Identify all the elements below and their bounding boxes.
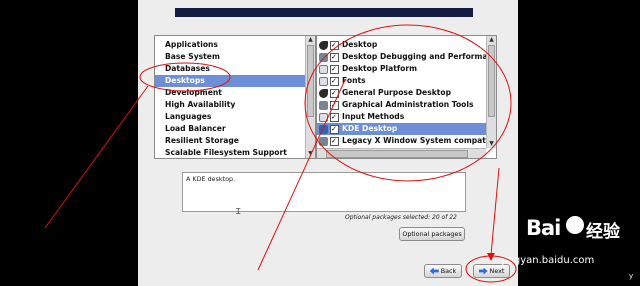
package-label: Input Methods [342,112,405,121]
package-checkbox[interactable] [330,39,339,51]
package-label: Desktop [342,40,378,49]
scroll-down-arrow-icon[interactable]: ▼ [306,150,315,158]
next-arrow-icon [478,267,488,275]
package-checkbox[interactable] [330,111,339,123]
group-item-languages[interactable]: Languages [155,111,305,123]
package-list-items: Desktop Desktop Debugging and Performa Des… [317,36,486,148]
platform-icon [319,64,328,74]
scroll-up-arrow-icon[interactable]: ▲ [306,36,315,44]
group-item-load-balancer[interactable]: Load Balancer [155,123,305,135]
package-label: Desktop Debugging and Performa [342,52,486,61]
package-label: Legacy X Window System compat [342,136,486,145]
package-item-kde-desktop[interactable]: KDE Desktop [317,123,486,135]
group-item-development[interactable]: Development [155,87,305,99]
debug-tools-icon [319,52,328,62]
package-item-fonts[interactable]: Fonts [317,75,486,87]
font-icon [319,76,328,86]
scroll-down-arrow-icon[interactable]: ▼ [487,140,496,148]
back-label: Back [440,267,457,275]
watermark-edge-text: y [629,272,634,280]
input-methods-icon [319,112,328,122]
package-label: Desktop Platform [342,64,418,73]
package-item-desktop[interactable]: Desktop [317,39,486,51]
baidu-watermark: Bai 经验 jingyan.baidu.com y [502,212,638,282]
package-checkbox[interactable] [330,51,339,63]
group-list-scrollbar[interactable]: ▲ ▼ [305,36,315,158]
package-label: Fonts [342,76,366,85]
package-list[interactable]: Desktop Desktop Debugging and Performa Des… [316,35,497,159]
optional-packages-label: Optional packages [402,230,462,238]
next-button[interactable]: Next [473,264,510,278]
admin-tools-icon [319,100,328,110]
package-checkbox[interactable] [330,63,339,75]
kde-icon [319,124,328,134]
package-list-scrollbar[interactable]: ▲ ▼ [486,36,496,148]
group-item-base-system[interactable]: Base System [155,51,305,63]
optional-packages-status: Optional packages selected: 20 of 22 [345,214,457,221]
gnome-foot-icon [319,88,328,98]
package-checkbox[interactable] [330,135,339,147]
left-black-margin [0,0,138,286]
package-item-legacy-x-window-system-compat[interactable]: Legacy X Window System compat [317,135,486,147]
header-banner [175,8,473,17]
optional-packages-button[interactable]: Optional packages [399,227,465,241]
group-item-resilient-storage[interactable]: Resilient Storage [155,135,305,147]
watermark-logo-text: Bai [526,216,561,240]
next-label: Next [489,267,505,275]
package-list-hscrollbar[interactable] [317,148,486,158]
package-item-general-purpose-desktop[interactable]: General Purpose Desktop [317,87,486,99]
back-button[interactable]: Back [424,264,462,278]
scrollbar-thumb[interactable] [307,45,314,117]
scroll-up-arrow-icon[interactable]: ▲ [487,36,496,44]
paw-icon [566,216,584,234]
package-checkbox[interactable] [330,75,339,87]
package-label: Graphical Administration Tools [342,100,474,109]
package-label: General Purpose Desktop [342,88,452,97]
text-cursor-icon: Ɪ [236,207,241,216]
gnome-foot-icon [319,40,328,50]
watermark-cn-text: 经验 [586,222,620,242]
package-item-desktop-debugging-and-performa[interactable]: Desktop Debugging and Performa [317,51,486,63]
group-list-items: Applications Base System Databases Desktops… [155,36,305,158]
group-item-applications[interactable]: Applications [155,39,305,51]
watermark-url: jingyan.baidu.com [502,255,595,266]
back-arrow-icon [429,267,439,275]
package-item-desktop-platform[interactable]: Desktop Platform [317,63,486,75]
hscrollbar-thumb[interactable] [326,150,468,158]
package-item-graphical-administration-tools[interactable]: Graphical Administration Tools [317,99,486,111]
group-item-desktops[interactable]: Desktops [155,75,305,87]
package-checkbox[interactable] [330,99,339,111]
x-window-icon [319,136,328,146]
group-item-scalable-filesystem-support[interactable]: Scalable Filesystem Support [155,147,305,158]
package-group-list[interactable]: Applications Base System Databases Desktops… [154,35,316,159]
package-checkbox[interactable] [330,87,339,99]
package-label: KDE Desktop [342,124,398,133]
package-item-input-methods[interactable]: Input Methods [317,111,486,123]
package-description: A KDE desktop. [182,172,466,212]
package-checkbox[interactable] [330,123,339,135]
scrollbar-thumb[interactable] [488,45,495,117]
group-item-databases[interactable]: Databases [155,63,305,75]
group-item-high-availability[interactable]: High Availability [155,99,305,111]
